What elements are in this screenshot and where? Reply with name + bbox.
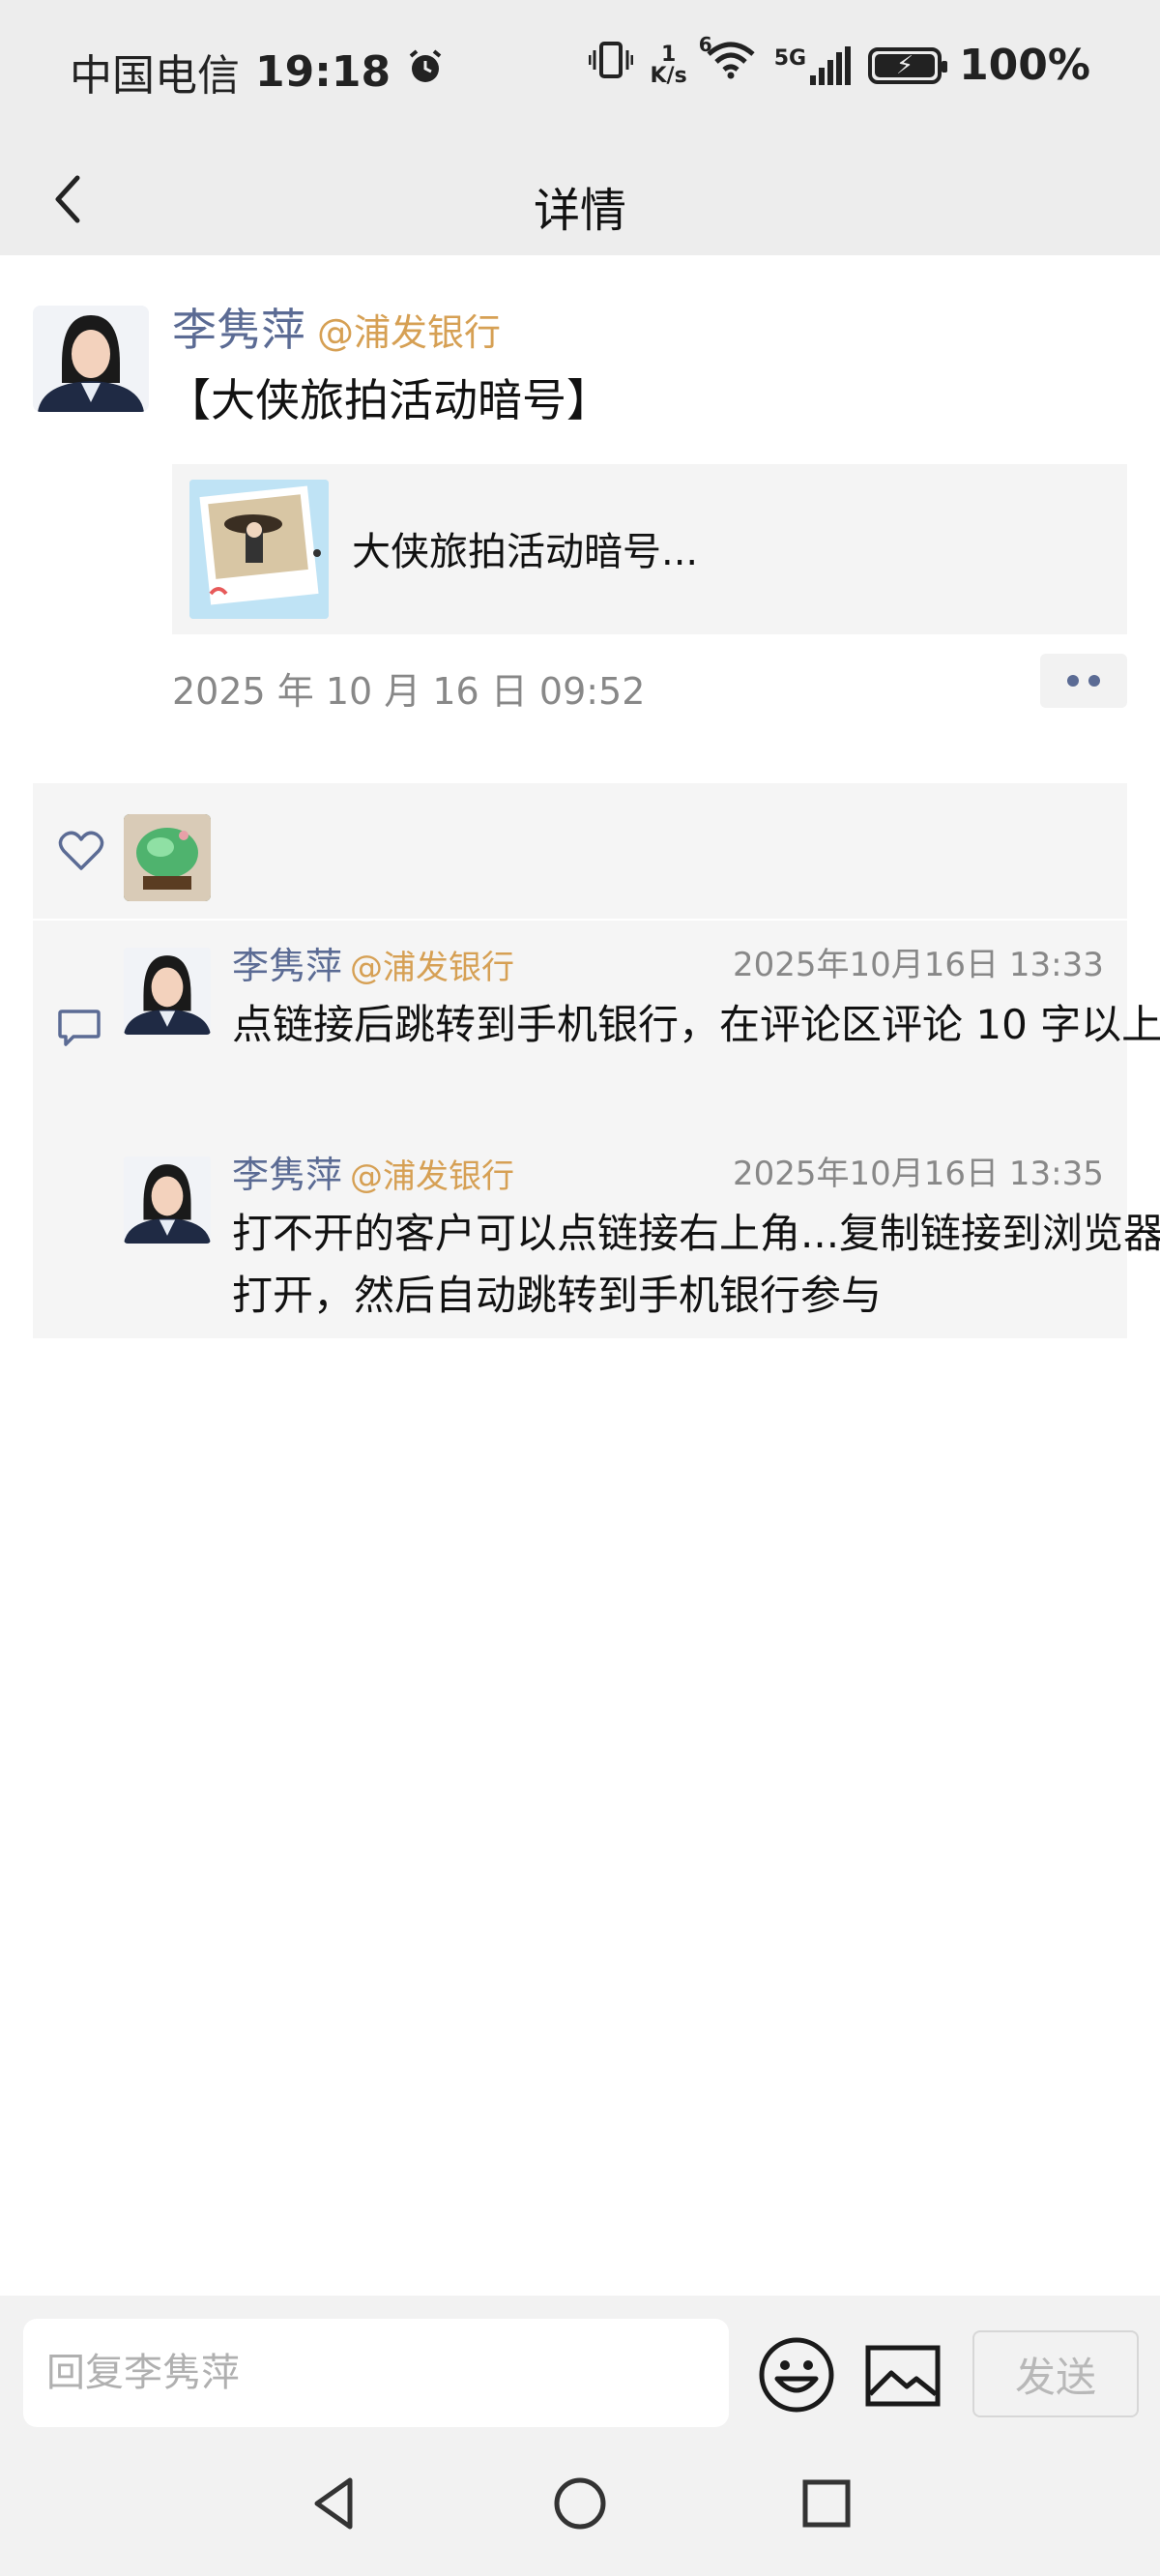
comment-author-row: 李隽萍 @浦发银行 xyxy=(232,936,514,989)
comment-author-avatar[interactable] xyxy=(124,948,211,1035)
comments-section: 李隽萍 @浦发银行 2025年10月16日 13:33 点链接后跳转到手机银行，… xyxy=(33,921,1160,1338)
comment-icon xyxy=(58,1010,101,1046)
comment-author-avatar[interactable] xyxy=(124,1156,211,1244)
status-bar: 中国电信 19:18 1 K/s 6 5G ⚡ 100% xyxy=(0,0,1160,143)
clock: 19:18 xyxy=(255,46,392,97)
square-recent-icon xyxy=(802,2479,851,2528)
emoji-button[interactable] xyxy=(758,2336,835,2414)
signal-bars xyxy=(810,45,852,85)
alarm-icon xyxy=(406,47,445,97)
comment-text[interactable]: 点链接后跳转到手机银行，在评论区评论 10 字以上 xyxy=(232,994,1160,1056)
wifi-label: 6 xyxy=(698,33,712,56)
cell-label: 5G xyxy=(773,45,807,71)
nav-recent-button[interactable] xyxy=(793,2470,860,2537)
liker-avatar[interactable] xyxy=(124,814,211,901)
comment-item: 李隽萍 @浦发银行 2025年10月16日 13:33 点链接后跳转到手机银行，… xyxy=(124,921,1160,1127)
battery-percent: 100% xyxy=(959,41,1090,90)
reply-input[interactable] xyxy=(23,2319,729,2427)
link-card[interactable]: 大侠旅拍活动暗号... xyxy=(172,464,1127,634)
charging-icon: ⚡ xyxy=(895,50,914,80)
post-author-avatar[interactable] xyxy=(33,306,149,412)
post-text: 【大侠旅拍活动暗号】 xyxy=(166,374,611,426)
send-button[interactable]: 发送 xyxy=(972,2330,1139,2417)
post-timestamp: 2025 年 10 月 16 日 09:52 xyxy=(172,670,646,713)
post-author-row: 李隽萍 @浦发银行 xyxy=(172,295,501,359)
page-header: 详情 xyxy=(0,143,1160,255)
comment-timestamp: 2025年10月16日 13:35 xyxy=(733,1155,1104,1193)
net-speed-value: 1 xyxy=(660,42,677,67)
carrier-label: 中国电信 xyxy=(70,51,240,101)
page-title: 详情 xyxy=(533,184,626,238)
comment-text[interactable]: 打不开的客户可以点链接右上角...复制链接到浏览器打开，然后自动跳转到手机银行参… xyxy=(232,1203,1160,1327)
cell-signal-icon: 5G xyxy=(773,45,852,85)
likes-section xyxy=(33,783,1127,919)
nav-home-button[interactable] xyxy=(546,2470,614,2537)
status-left: 中国电信 19:18 xyxy=(70,41,445,102)
wifi-icon: 6 xyxy=(699,33,757,90)
comment-item: 李隽萍 @浦发银行 2025年10月16日 13:35 打不开的客户可以点链接右… xyxy=(124,1129,1160,1336)
image-button[interactable] xyxy=(864,2344,942,2408)
net-speed-unit: K/s xyxy=(650,63,687,88)
comment-timestamp: 2025年10月16日 13:33 xyxy=(733,946,1104,984)
net-speed: 1 K/s xyxy=(651,44,687,87)
link-thumbnail xyxy=(189,480,329,619)
comment-author-name[interactable]: 李隽萍 xyxy=(232,1145,342,1198)
reply-bar: 发送 xyxy=(0,2296,1160,2431)
emoji-icon xyxy=(759,2337,834,2413)
comment-author-org: @浦发银行 xyxy=(350,949,515,987)
more-icon xyxy=(1067,675,1079,687)
comment-author-row: 李隽萍 @浦发银行 xyxy=(232,1145,514,1198)
comment-author-name[interactable]: 李隽萍 xyxy=(232,936,342,989)
image-icon xyxy=(865,2345,941,2407)
link-title: 大侠旅拍活动暗号... xyxy=(352,530,699,574)
more-button[interactable] xyxy=(1040,654,1127,708)
comment-author-org: @浦发银行 xyxy=(350,1157,515,1196)
vibrate-icon xyxy=(588,41,633,90)
nav-back-button[interactable] xyxy=(300,2470,367,2537)
post-author-org: @浦发银行 xyxy=(317,311,502,354)
battery-icon: ⚡ xyxy=(868,46,948,84)
triangle-back-icon xyxy=(314,2477,353,2530)
status-right: 1 K/s 6 5G ⚡ 100% xyxy=(588,33,1090,90)
heart-icon xyxy=(58,831,104,870)
circle-home-icon xyxy=(554,2477,606,2530)
post-author-name[interactable]: 李隽萍 xyxy=(172,295,305,359)
more-icon-dot xyxy=(1088,675,1100,687)
system-nav-bar xyxy=(0,2431,1160,2576)
